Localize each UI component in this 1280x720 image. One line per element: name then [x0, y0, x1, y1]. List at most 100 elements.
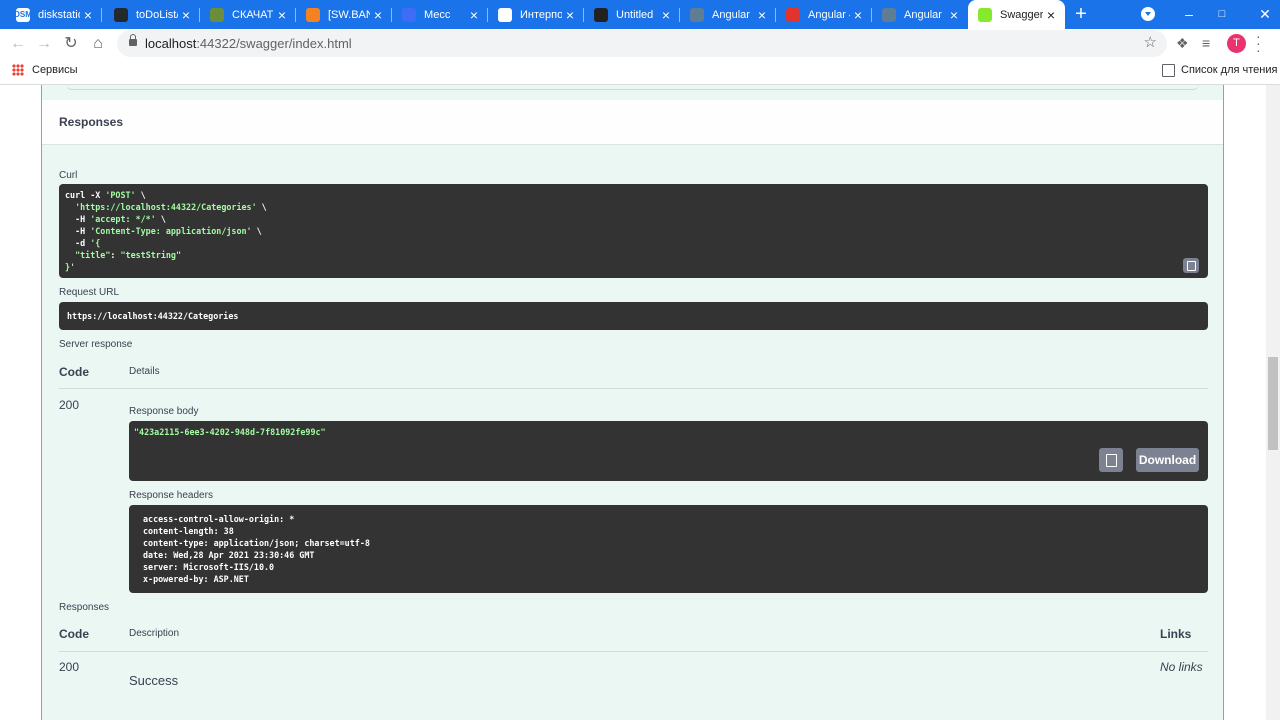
responses-header: Responses [42, 100, 1223, 145]
close-tab-icon[interactable]: × [754, 7, 770, 23]
code-icon [786, 7, 800, 22]
cloud-icon [306, 7, 320, 22]
url-text: localhost:44322/swagger/index.html [145, 36, 352, 51]
tab-6[interactable]: Untitled × [584, 0, 680, 29]
tab-title: toDoList/ [136, 8, 178, 21]
response-header-line: date: Wed,28 Apr 2021 23:30:46 GMT [143, 550, 315, 560]
apps-grid-icon[interactable] [12, 64, 24, 76]
curl-line: }' [65, 261, 1202, 273]
minimize-icon[interactable]: – [1174, 0, 1204, 29]
tab-4[interactable]: Месс × [392, 0, 488, 29]
reload-icon[interactable]: ↻ [59, 29, 83, 58]
request-url-label: Request URL [59, 287, 120, 298]
copy-body-icon[interactable] [1099, 448, 1123, 472]
tab-title: Swagger [1000, 8, 1043, 21]
curl-token: \ [256, 202, 267, 212]
tab-title: Untitled [616, 8, 654, 21]
menu-icon[interactable]: · · · [1256, 29, 1261, 57]
close-window-icon[interactable]: ✕ [1250, 0, 1280, 29]
close-tab-icon[interactable]: × [1043, 7, 1059, 23]
close-tab-icon[interactable]: × [562, 7, 578, 23]
tab-search-icon[interactable] [1141, 7, 1155, 21]
curl-line: curl -X 'POST' \ [65, 189, 1202, 201]
request-url-block[interactable]: https://localhost:44322/Categories [59, 302, 1208, 330]
tab-title: Месс [424, 8, 451, 21]
doc-description: Success [129, 673, 179, 688]
divider [59, 651, 1208, 652]
curl-token: 'POST' [105, 190, 136, 200]
tab-0[interactable]: DSM diskstation× [6, 0, 102, 29]
bookmark-star-icon[interactable]: ☆ [1144, 33, 1157, 51]
torrent-icon [210, 7, 224, 22]
response-header-line: content-length: 38 [143, 526, 234, 536]
github-icon [114, 7, 128, 22]
close-tab-icon[interactable]: × [274, 7, 290, 23]
swagger-icon [978, 7, 992, 22]
response-headers-block[interactable]: access-control-allow-origin: * content-le… [129, 505, 1208, 593]
tab-9[interactable]: Angular | × [872, 0, 968, 29]
tab-10[interactable]: Swagger × [968, 0, 1065, 29]
tab-5[interactable]: Интерпол× [488, 0, 584, 29]
responses-doc-label: Responses [59, 602, 110, 613]
close-tab-icon[interactable]: × [80, 7, 96, 23]
close-tab-icon[interactable]: × [466, 7, 482, 23]
reading-list-icon[interactable] [1162, 64, 1175, 77]
curl-line: -H 'Content-Type: application/json' \ [65, 225, 1202, 237]
response-body-block[interactable]: "423a2115-6ee3-4202-948d-7f81092fe99c" [129, 421, 1208, 481]
curl-token: : [110, 250, 121, 260]
tab-title: Angular 4 [808, 8, 850, 21]
details-column-header: Details [129, 366, 160, 377]
curl-token [65, 202, 75, 212]
description-column-header: Description [129, 628, 180, 639]
forward-icon[interactable]: → [32, 29, 56, 58]
responses-title: Responses [59, 115, 124, 129]
download-button[interactable]: Download [1136, 448, 1199, 472]
reading-list-link[interactable]: Список для чтения [1181, 64, 1277, 76]
doc-icon [882, 7, 896, 22]
close-tab-icon[interactable]: × [658, 7, 674, 23]
tab-title: Интерпол [520, 8, 562, 21]
copy-curl-icon[interactable] [1183, 258, 1199, 273]
address-bar[interactable]: localhost:44322/swagger/index.html ☆ [117, 30, 1167, 57]
google-icon [498, 7, 512, 22]
close-tab-icon[interactable]: × [850, 7, 866, 23]
browser-toolbar: ← → ↻ ⌂ localhost:44322/swagger/index.ht… [0, 29, 1280, 58]
extensions-icon[interactable]: ❖ [1176, 35, 1189, 52]
dsm-icon: DSM [14, 7, 32, 22]
curl-token: \ [251, 226, 262, 236]
tab-7[interactable]: Angular | × [680, 0, 776, 29]
tab-separator [101, 8, 102, 22]
media-queue-icon[interactable]: ≡ [1202, 35, 1210, 51]
tab-8[interactable]: Angular 4× [776, 0, 872, 29]
close-tab-icon[interactable]: × [946, 7, 962, 23]
curl-token: "testString" [120, 250, 181, 260]
curl-token: 'Content-Type: application/json' [90, 226, 252, 236]
back-icon[interactable]: ← [6, 29, 30, 58]
tab-3[interactable]: [SW.BANI× [296, 0, 392, 29]
avatar[interactable]: T [1227, 34, 1246, 53]
doc-icon [690, 7, 704, 22]
tab-title: diskstation [38, 8, 80, 21]
close-tab-icon[interactable]: × [370, 7, 386, 23]
tab-1[interactable]: toDoList/× [104, 0, 200, 29]
curl-token: -H [65, 214, 91, 224]
operation-block: Responses Curl curl -X 'POST' \ 'https:/… [41, 85, 1224, 720]
apps-link[interactable]: Сервисы [32, 64, 78, 76]
doc-code-column-header: Code [59, 627, 89, 641]
curl-token: }' [65, 262, 76, 272]
response-header-line: server: Microsoft-IIS/10.0 [143, 562, 275, 572]
scrollbar-thumb[interactable] [1268, 357, 1278, 450]
new-tab-button[interactable]: + [1070, 4, 1092, 26]
curl-token: -d [65, 238, 91, 248]
close-tab-icon[interactable]: × [178, 7, 194, 23]
curl-token: \ [155, 214, 166, 224]
server-response-label: Server response [59, 339, 133, 350]
tab-2[interactable]: СКАЧАТЬ× [200, 0, 296, 29]
home-icon[interactable]: ⌂ [86, 29, 110, 58]
curl-token: \ [135, 190, 146, 200]
maximize-icon[interactable]: □ [1207, 0, 1237, 29]
tab-strip: DSMdiskstation×toDoList/×СКАЧАТЬ×[SW.BAN… [0, 0, 1280, 29]
curl-code-block[interactable]: curl -X 'POST' \ 'https://localhost:4432… [59, 184, 1208, 278]
curl-line: "title": "testString" [65, 249, 1202, 261]
divider [59, 388, 1208, 389]
